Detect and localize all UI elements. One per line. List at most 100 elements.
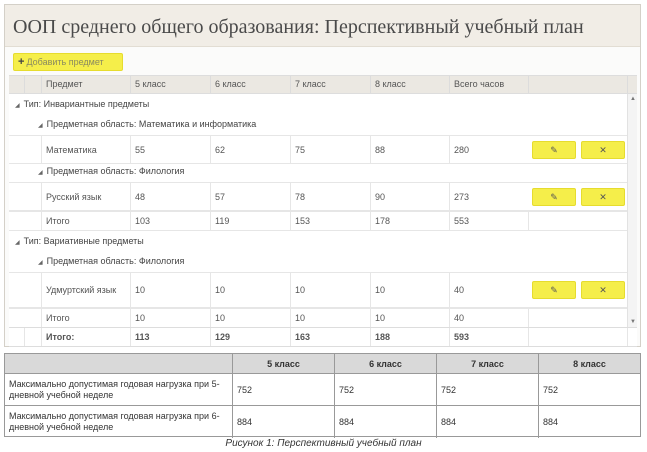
header-actions bbox=[528, 76, 627, 93]
cell-grade7: 78 bbox=[290, 183, 370, 210]
cell-grade5: 10 bbox=[130, 309, 210, 327]
group-label: Тип: Вариативные предметы bbox=[23, 236, 144, 246]
cell-grade7: 153 bbox=[290, 212, 370, 230]
header-grade5[interactable]: 5 класс bbox=[130, 76, 210, 93]
cell-grade8: 88 bbox=[370, 136, 449, 163]
load-cell: 752 bbox=[437, 374, 539, 406]
cell-total: 553 bbox=[449, 212, 528, 230]
vertical-scrollbar[interactable]: ▲ ▼ bbox=[627, 94, 637, 327]
add-subject-label: Добавить предмет bbox=[26, 57, 104, 67]
load-table: 5 класс 6 класс 7 класс 8 класс Максимал… bbox=[4, 353, 641, 438]
cell-total: 40 bbox=[449, 273, 528, 307]
cell-subject: Математика bbox=[41, 136, 130, 163]
table-row: Математика 55 62 75 88 280 ✎ ✕ bbox=[9, 135, 627, 164]
cell-grade7: 10 bbox=[290, 273, 370, 307]
load-cell: 884 bbox=[543, 417, 559, 427]
group-type-invariant[interactable]: ◢ Тип: Инвариантные предметы bbox=[15, 99, 633, 109]
delete-button[interactable]: ✕ bbox=[581, 281, 625, 299]
pencil-icon: ✎ bbox=[550, 144, 558, 155]
cell-subject: Итого bbox=[41, 212, 130, 230]
cell-grade6: 119 bbox=[210, 212, 290, 230]
load-header-grade6: 6 класс bbox=[335, 354, 437, 374]
delete-button[interactable]: ✕ bbox=[581, 187, 625, 206]
load-cell: 884 bbox=[335, 406, 437, 438]
load-cell: 752 bbox=[335, 374, 437, 406]
cell-grade6: 57 bbox=[210, 183, 290, 210]
cell-grade8: 90 bbox=[370, 183, 449, 210]
scroll-down-icon[interactable]: ▼ bbox=[630, 319, 636, 325]
close-icon: ✕ bbox=[599, 285, 607, 295]
collapse-triangle-icon[interactable]: ◢ bbox=[15, 102, 20, 109]
header-grade6[interactable]: 6 класс bbox=[210, 76, 290, 93]
grand-total-row: Итого: 113 129 163 188 593 bbox=[9, 327, 637, 347]
edit-button[interactable]: ✎ bbox=[532, 140, 576, 159]
cell-empty bbox=[24, 328, 41, 346]
header-subject[interactable]: Предмет bbox=[41, 76, 130, 93]
load-row-label: Максимально допустимая годовая нагрузка … bbox=[5, 374, 233, 406]
plus-icon: + bbox=[18, 56, 25, 68]
cell-grade7: 10 bbox=[290, 309, 370, 327]
cell-total: 280 bbox=[449, 136, 528, 163]
group-area-math[interactable]: ◢ Предметная область: Математика и информ… bbox=[38, 119, 637, 129]
collapse-triangle-icon[interactable]: ◢ bbox=[38, 259, 43, 266]
header-expander-col bbox=[9, 76, 24, 93]
group-area-philology[interactable]: ◢ Предметная область: Филология bbox=[38, 166, 637, 176]
collapse-triangle-icon[interactable]: ◢ bbox=[38, 122, 43, 129]
load-header-grade8: 8 класс bbox=[539, 354, 640, 374]
cell-subject: Русский язык bbox=[41, 183, 130, 210]
table-row: Удмуртский язык 10 10 10 10 40 ✎ ✕ bbox=[9, 272, 627, 308]
cell-actions-empty bbox=[528, 309, 627, 327]
load-header-empty bbox=[5, 354, 233, 374]
header-scroll-col bbox=[627, 76, 637, 93]
cell-grade6: 62 bbox=[210, 136, 290, 163]
cell-grade6: 10 bbox=[210, 309, 290, 327]
header-total[interactable]: Всего часов bbox=[449, 76, 528, 93]
grand-total-grade8: 188 bbox=[370, 328, 449, 346]
group-label: Предметная область: Математика и информа… bbox=[46, 119, 257, 129]
plan-panel: ООП среднего общего образования: Перспек… bbox=[4, 4, 641, 347]
table-row: Русский язык 48 57 78 90 273 ✎ ✕ bbox=[9, 182, 627, 211]
load-cell: 884 bbox=[233, 406, 335, 438]
subtotal-row: Итого 103 119 153 178 553 bbox=[9, 211, 627, 231]
cell-grade5: 55 bbox=[130, 136, 210, 163]
load-cell: 884 bbox=[437, 406, 539, 438]
edit-button[interactable]: ✎ bbox=[532, 281, 576, 299]
delete-button[interactable]: ✕ bbox=[581, 140, 625, 159]
table-body: ◢ Тип: Инвариантные предметы ◢ Предметная … bbox=[9, 94, 637, 327]
add-subject-button[interactable]: + Добавить предмет bbox=[13, 53, 123, 71]
group-area-philology-2[interactable]: ◢ Предметная область: Филология bbox=[38, 256, 637, 266]
load-row-label: Максимально допустимая годовая нагрузка … bbox=[5, 406, 233, 438]
cell-grade8: 10 bbox=[370, 309, 449, 327]
cell-empty bbox=[627, 328, 637, 346]
close-icon: ✕ bbox=[599, 191, 607, 202]
cell-grade5: 48 bbox=[130, 183, 210, 210]
grand-total-grade6: 129 bbox=[210, 328, 290, 346]
load-header-grade7: 7 класс bbox=[437, 354, 539, 374]
load-header-grade5: 5 класс bbox=[233, 354, 335, 374]
page-title: ООП среднего общего образования: Перспек… bbox=[13, 16, 584, 38]
collapse-triangle-icon[interactable]: ◢ bbox=[15, 239, 20, 246]
header-grade7[interactable]: 7 класс bbox=[290, 76, 370, 93]
cell-subject: Удмуртский язык bbox=[41, 273, 130, 307]
grand-total-grade7: 163 bbox=[290, 328, 370, 346]
cell-actions-empty bbox=[528, 212, 627, 230]
cell-grade5: 10 bbox=[130, 273, 210, 307]
subtotal-row: Итого 10 10 10 10 40 bbox=[9, 308, 627, 327]
cell-empty bbox=[9, 328, 24, 346]
cell-total: 273 bbox=[449, 183, 528, 210]
panel-header: ООП среднего общего образования: Перспек… bbox=[5, 5, 640, 47]
header-grade8[interactable]: 8 класс bbox=[370, 76, 449, 93]
group-label: Предметная область: Филология bbox=[46, 166, 185, 176]
collapse-triangle-icon[interactable]: ◢ bbox=[38, 169, 43, 176]
close-icon: ✕ bbox=[599, 144, 607, 155]
cell-grade5: 103 bbox=[130, 212, 210, 230]
load-cell: 752 bbox=[233, 374, 335, 406]
edit-button[interactable]: ✎ bbox=[532, 187, 576, 206]
header-indent-col bbox=[24, 76, 41, 93]
load-cell: 752 bbox=[539, 374, 640, 406]
scroll-up-icon[interactable]: ▲ bbox=[630, 96, 636, 102]
group-label: Тип: Инвариантные предметы bbox=[23, 99, 150, 109]
cell-subject: Итого bbox=[41, 309, 130, 327]
group-type-variative[interactable]: ◢ Тип: Вариативные предметы bbox=[15, 236, 633, 246]
cell-grade6: 10 bbox=[210, 273, 290, 307]
